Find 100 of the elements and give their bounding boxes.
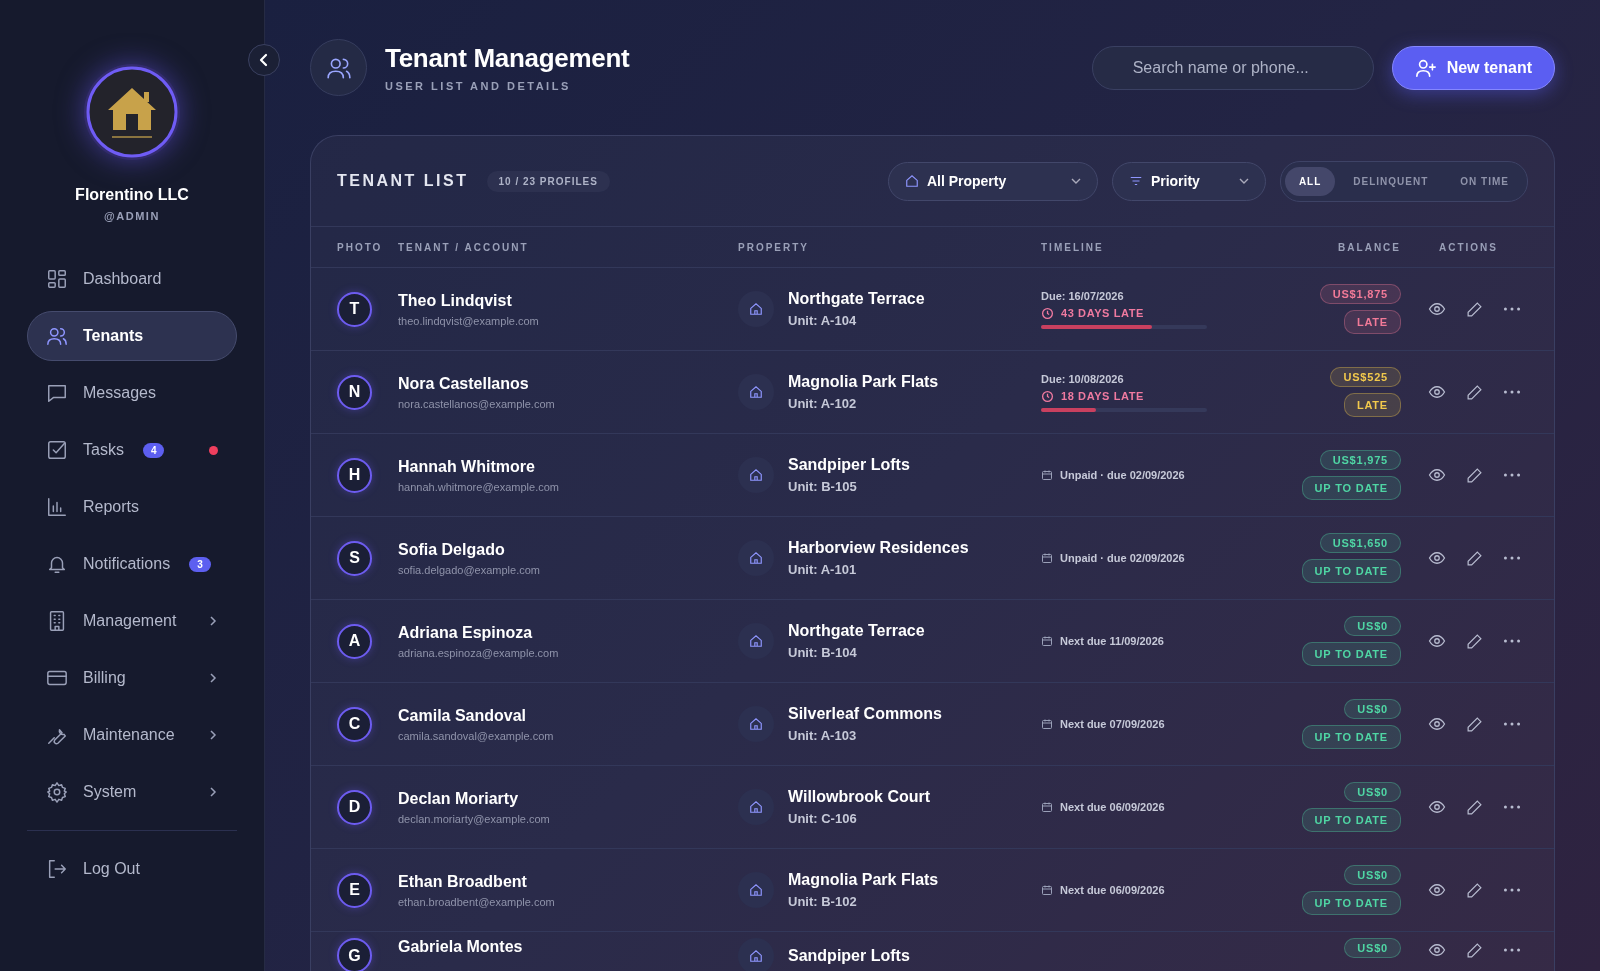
status-badge: LATE: [1343, 310, 1401, 334]
balance-amount: US$0: [1344, 699, 1401, 719]
due-text: Next due 07/09/2026: [1060, 718, 1165, 730]
avatar: E: [337, 872, 372, 908]
house-logo-icon: [82, 62, 182, 162]
eye-icon: [1428, 715, 1446, 733]
property-name: Willowbrook Court: [788, 788, 931, 806]
column-header: ACTIONS: [1438, 241, 1499, 253]
filter-icon: [1128, 174, 1143, 188]
filter-tab[interactable]: DELINQUENT: [1339, 166, 1443, 196]
tenant-email: ethan.broadbent@example.com: [398, 895, 556, 908]
due-text: Unpaid · due 02/09/2026: [1060, 469, 1185, 481]
tenant-name: Gabriela Montes: [398, 938, 524, 956]
status-badge: LATE: [1343, 393, 1401, 417]
avatar: C: [337, 706, 372, 742]
tenant-name: Sofia Delgado: [398, 540, 506, 559]
tenant-name: Declan Moriarty: [398, 789, 520, 808]
balance-amount: US$1,875: [1319, 284, 1401, 304]
collapse-button[interactable]: [248, 44, 280, 76]
nav-item[interactable]: Notifications 3: [27, 539, 237, 589]
search-field[interactable]: Search name or phone...: [1091, 45, 1374, 90]
eye-icon: [1428, 941, 1446, 959]
chevron-down-icon: [1070, 176, 1081, 186]
status-badge: UP TO DATE: [1301, 642, 1401, 666]
tenant-email: nora.castellanos@example.com: [398, 397, 556, 410]
column-header: TENANT / ACCOUNT: [398, 241, 530, 253]
calendar-icon: [1041, 635, 1053, 647]
more-icon: [1503, 307, 1521, 311]
calendar-icon: [1041, 552, 1053, 564]
due-date: Due: 10/08/2026: [1041, 372, 1125, 385]
balance-amount: US$0: [1344, 865, 1401, 885]
new-tenant-button[interactable]: New tenant: [1391, 45, 1555, 90]
user-handle: @ADMIN: [104, 210, 160, 222]
tenant-email: declan.moriarty@example.com: [398, 812, 551, 825]
status-badge: UP TO DATE: [1301, 559, 1401, 583]
logout-icon: [46, 858, 68, 880]
count-badge: 3: [189, 556, 211, 572]
users-icon: [46, 325, 68, 347]
status-badge: UP TO DATE: [1301, 808, 1401, 832]
tenant-email: adriana.espinoza@example.com: [398, 646, 560, 659]
home-icon: [738, 789, 774, 825]
calendar-icon: [1041, 718, 1053, 730]
home-icon: [738, 706, 774, 742]
pencil-icon: [1466, 715, 1483, 733]
balance-amount: US$525: [1330, 367, 1401, 387]
page-subtitle: USER LIST AND DETAILS: [385, 80, 572, 92]
tenant-name: Adriana Espinoza: [398, 623, 534, 642]
pencil-icon: [1466, 881, 1483, 899]
unit-number: Unit: B-105: [788, 479, 858, 494]
organization-name: Florentino LLC: [75, 186, 189, 204]
status-badge: UP TO DATE: [1301, 725, 1401, 749]
pencil-icon: [1466, 798, 1483, 816]
eye-icon: [1428, 383, 1446, 401]
tenant-name: Nora Castellanos: [398, 374, 530, 393]
chat-icon: [46, 382, 68, 404]
pencil-icon: [1466, 300, 1483, 318]
count-badge: 4: [142, 442, 165, 458]
nav-item[interactable]: Messages: [27, 368, 237, 418]
avatar: T: [337, 291, 372, 327]
eye-icon: [1428, 798, 1446, 816]
pencil-icon: [1466, 466, 1483, 484]
nav-item[interactable]: Tasks 4: [27, 425, 237, 475]
filter-tab[interactable]: ALL: [1284, 166, 1336, 196]
property-name: Silverleaf Commons: [788, 705, 942, 723]
priority-dropdown[interactable]: Priority: [1111, 161, 1266, 201]
clock-icon: [1041, 389, 1054, 403]
unit-number: Unit: A-101: [788, 562, 858, 577]
home-icon: [738, 938, 774, 971]
list-title: TENANT LIST: [337, 172, 469, 190]
eye-icon: [1428, 549, 1446, 567]
nav-item[interactable]: Dashboard: [27, 254, 237, 304]
tenant-name: Theo Lindqvist: [398, 291, 513, 310]
nav-item[interactable]: Billing: [27, 653, 237, 703]
nav-item[interactable]: Maintenance: [27, 710, 237, 760]
balance-amount: US$1,650: [1319, 533, 1401, 553]
due-text: Next due 06/09/2026: [1060, 801, 1165, 813]
nav-item[interactable]: Reports: [27, 482, 237, 532]
property-dropdown[interactable]: All Property: [887, 161, 1098, 201]
logout-link[interactable]: Log Out: [27, 844, 237, 894]
pencil-icon: [1466, 383, 1483, 401]
tenant-email: camila.sandoval@example.com: [398, 729, 555, 742]
profile-count-badge: 10 / 23 PROFILES: [486, 170, 610, 192]
eye-icon: [1428, 466, 1446, 484]
property-name: Magnolia Park Flats: [788, 373, 939, 391]
property-name: Harborview Residences: [788, 539, 969, 557]
column-header: TIMELINE: [1041, 241, 1105, 253]
filter-tab[interactable]: ON TIME: [1446, 166, 1523, 196]
due-text: Unpaid · due 02/09/2026: [1060, 552, 1185, 564]
home-icon: [738, 540, 774, 576]
nav-item[interactable]: Tenants: [27, 311, 237, 361]
avatar: S: [337, 540, 372, 576]
property-name: Northgate Terrace: [788, 622, 925, 640]
grid-icon: [46, 268, 68, 290]
tenant-name: Hannah Whitmore: [398, 457, 536, 476]
nav-item[interactable]: System: [27, 767, 237, 817]
property-name: Sandpiper Lofts: [788, 947, 910, 965]
bar-chart-icon: [46, 496, 68, 518]
more-icon: [1503, 639, 1521, 643]
more-icon: [1503, 805, 1521, 809]
nav-item[interactable]: Management: [27, 596, 237, 646]
